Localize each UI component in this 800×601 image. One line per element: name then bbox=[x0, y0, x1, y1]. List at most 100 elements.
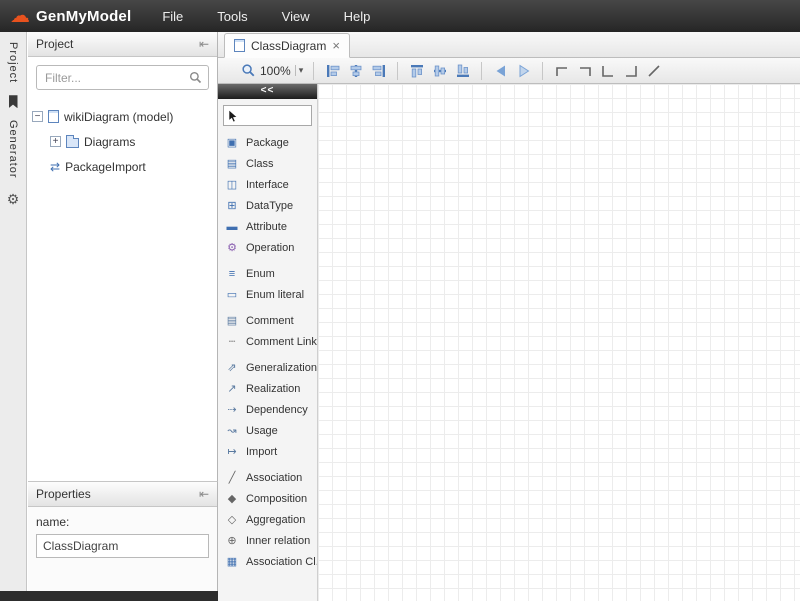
palette-item-association-class[interactable]: ▦ Association Cl... bbox=[225, 551, 317, 572]
tree-label-diagrams: Diagrams bbox=[84, 135, 135, 149]
composition-icon: ◆ bbox=[225, 492, 239, 506]
menu-help[interactable]: Help bbox=[344, 9, 371, 24]
enum-literal-icon: ▭ bbox=[225, 288, 239, 302]
palette-item-operation[interactable]: ⚙ Operation bbox=[225, 237, 317, 258]
app-logo: ☁ GenMyModel bbox=[0, 6, 145, 26]
properties-body: name: bbox=[28, 507, 217, 558]
palette-item-label: Attribute bbox=[246, 221, 287, 233]
palette-item-enum-literal[interactable]: ▭ Enum literal bbox=[225, 284, 317, 305]
align-center-button[interactable] bbox=[344, 60, 367, 82]
pin-panel-icon[interactable]: ⇤ bbox=[199, 487, 209, 501]
zoom-value: 100% bbox=[260, 64, 291, 78]
align-center-icon bbox=[348, 63, 364, 79]
palette-item-dependency[interactable]: ⇢ Dependency bbox=[225, 399, 317, 420]
connector-right-down-button[interactable] bbox=[573, 60, 596, 82]
diagram-toolbar: 100% ▾ bbox=[218, 58, 800, 84]
connector-left-down-button[interactable] bbox=[619, 60, 642, 82]
palette-item-attribute[interactable]: ▬ Attribute bbox=[225, 216, 317, 237]
align-left-icon bbox=[325, 63, 341, 79]
sidebar-tab-generator[interactable]: Generator bbox=[7, 120, 19, 179]
tree-label-package-import: PackageImport bbox=[65, 160, 146, 174]
palette-item-label: Import bbox=[246, 446, 277, 458]
tool-palette: << ▣ Package ▤ Class ◫ Interface bbox=[218, 84, 318, 601]
close-icon[interactable]: × bbox=[332, 38, 340, 53]
workspace: << ▣ Package ▤ Class ◫ Interface bbox=[218, 84, 800, 601]
align-right-button[interactable] bbox=[367, 60, 390, 82]
menu-view[interactable]: View bbox=[282, 9, 310, 24]
chevron-down-icon: ▾ bbox=[295, 65, 304, 76]
palette-item-inner-relation[interactable]: ⊕ Inner relation bbox=[225, 530, 317, 551]
gear-icon[interactable]: ⚙ bbox=[7, 191, 20, 208]
package-import-icon: ⇄ bbox=[50, 161, 60, 173]
flip-right-button[interactable] bbox=[512, 60, 535, 82]
realization-icon: ↗ bbox=[225, 382, 239, 396]
generalization-icon: ⇗ bbox=[225, 361, 239, 375]
class-icon: ▤ bbox=[225, 157, 239, 171]
flip-left-button[interactable] bbox=[489, 60, 512, 82]
selection-tool[interactable] bbox=[223, 105, 312, 126]
palette-item-aggregation[interactable]: ◇ Aggregation bbox=[225, 509, 317, 530]
top-menubar: ☁ GenMyModel File Tools View Help bbox=[0, 0, 800, 32]
project-panel-header: Project ⇤ bbox=[28, 32, 217, 57]
palette-item-label: Inner relation bbox=[246, 535, 310, 547]
palette-item-comment[interactable]: ▤ Comment bbox=[225, 310, 317, 331]
connector-down-right-icon bbox=[600, 63, 616, 79]
palette-item-import[interactable]: ↦ Import bbox=[225, 441, 317, 462]
palette-item-interface[interactable]: ◫ Interface bbox=[225, 174, 317, 195]
align-middle-button[interactable] bbox=[428, 60, 451, 82]
cloud-logo-icon: ☁ bbox=[10, 6, 30, 26]
properties-panel-title: Properties bbox=[36, 487, 91, 501]
palette-item-enum[interactable]: ≡ Enum bbox=[225, 263, 317, 284]
expand-expander-icon[interactable]: + bbox=[50, 136, 61, 147]
filter-input[interactable] bbox=[36, 65, 209, 90]
palette-item-datatype[interactable]: ⊞ DataType bbox=[225, 195, 317, 216]
palette-item-label: Interface bbox=[246, 179, 289, 191]
main-area: ClassDiagram × 100% ▾ bbox=[218, 32, 800, 601]
palette-item-realization[interactable]: ↗ Realization bbox=[225, 378, 317, 399]
connector-left-down-icon bbox=[623, 63, 639, 79]
palette-item-label: Generalization bbox=[246, 362, 317, 374]
align-bottom-button[interactable] bbox=[451, 60, 474, 82]
align-right-icon bbox=[371, 63, 387, 79]
properties-panel: Properties ⇤ name: bbox=[28, 481, 218, 591]
tree-row-diagrams[interactable]: + Diagrams bbox=[50, 129, 213, 154]
palette-item-association[interactable]: ╱ Association bbox=[225, 467, 317, 488]
connector-up-right-button[interactable] bbox=[550, 60, 573, 82]
align-left-button[interactable] bbox=[321, 60, 344, 82]
align-middle-icon bbox=[432, 63, 448, 79]
connector-down-right-button[interactable] bbox=[596, 60, 619, 82]
palette-item-composition[interactable]: ◆ Composition bbox=[225, 488, 317, 509]
sidebar-tab-project[interactable]: Project bbox=[7, 42, 19, 83]
align-top-button[interactable] bbox=[405, 60, 428, 82]
bottom-dark-bar bbox=[0, 591, 218, 601]
pin-panel-icon[interactable]: ⇤ bbox=[199, 37, 209, 51]
comment-link-icon: ┄ bbox=[225, 335, 239, 349]
palette-item-package[interactable]: ▣ Package bbox=[225, 132, 317, 153]
datatype-icon: ⊞ bbox=[225, 199, 239, 213]
palette-item-class[interactable]: ▤ Class bbox=[225, 153, 317, 174]
tab-classdiagram[interactable]: ClassDiagram × bbox=[224, 33, 350, 58]
collapse-expander-icon[interactable]: − bbox=[32, 111, 43, 122]
palette-item-comment-link[interactable]: ┄ Comment Link bbox=[225, 331, 317, 352]
zoom-dropdown[interactable]: 100% ▾ bbox=[238, 62, 306, 79]
name-field[interactable] bbox=[36, 534, 209, 558]
tree-row-model[interactable]: − wikiDiagram (model) bbox=[32, 104, 213, 129]
comment-icon: ▤ bbox=[225, 314, 239, 328]
palette-item-generalization[interactable]: ⇗ Generalization bbox=[225, 357, 317, 378]
toolbar-separator bbox=[481, 62, 482, 80]
enum-icon: ≡ bbox=[225, 267, 239, 281]
toolbar-separator bbox=[313, 62, 314, 80]
diagram-tabbar: ClassDiagram × bbox=[218, 32, 800, 58]
tree-row-package-import[interactable]: ⇄ PackageImport bbox=[50, 154, 213, 179]
bookmark-icon[interactable] bbox=[9, 95, 18, 108]
menu-tools[interactable]: Tools bbox=[217, 9, 247, 24]
align-bottom-icon bbox=[455, 63, 471, 79]
palette-item-label: DataType bbox=[246, 200, 293, 212]
palette-item-label: Class bbox=[246, 158, 274, 170]
palette-collapse-button[interactable]: << bbox=[218, 84, 317, 99]
palette-item-usage[interactable]: ↝ Usage bbox=[225, 420, 317, 441]
connector-diagonal-button[interactable] bbox=[642, 60, 665, 82]
diagram-canvas[interactable] bbox=[318, 84, 800, 601]
menu-file[interactable]: File bbox=[162, 9, 183, 24]
association-icon: ╱ bbox=[225, 471, 239, 485]
